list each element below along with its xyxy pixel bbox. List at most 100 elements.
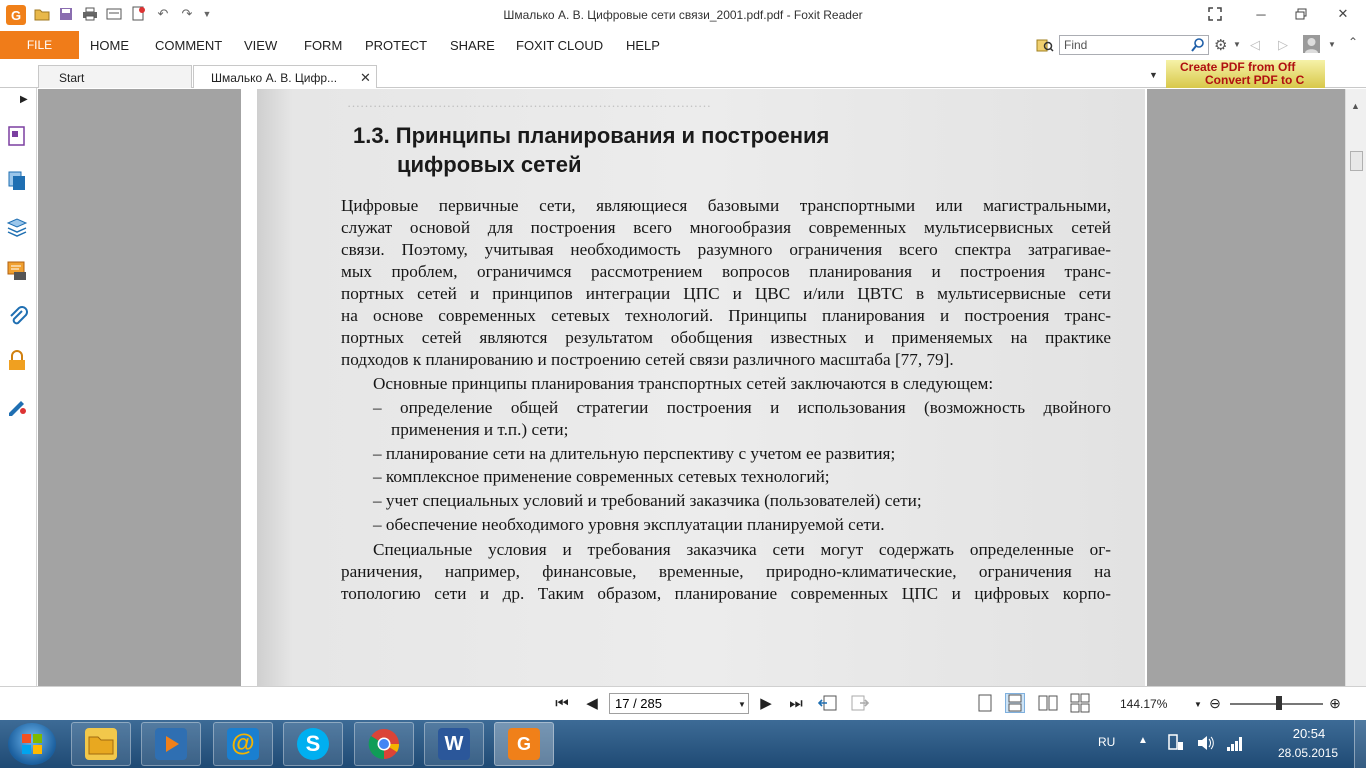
menu-help[interactable]: HELP — [626, 38, 660, 53]
gear-chevron-icon[interactable]: ▼ — [1233, 40, 1241, 49]
section-heading-line1: 1.3. Принципы планирования и построения — [353, 123, 830, 148]
user-chevron-icon[interactable]: ▼ — [1328, 40, 1336, 49]
file-menu-button[interactable]: FILE — [0, 31, 79, 59]
start-button[interactable] — [8, 723, 56, 765]
zoom-out-icon[interactable]: ⊖ — [1205, 693, 1225, 713]
single-page-icon[interactable] — [975, 693, 995, 713]
zoom-dropdown-chevron-icon[interactable]: ▼ — [1194, 700, 1202, 709]
signature-panel-icon[interactable] — [6, 395, 28, 417]
bullet-line: – планирование сети на длительную перспе… — [373, 444, 896, 463]
close-tab-icon[interactable]: ✕ — [360, 70, 371, 86]
tab-document-label: Шмалько А. В. Цифр... — [211, 71, 338, 85]
paragraph1-line: Цифровые первичные сети, являющиеся базо… — [341, 196, 1111, 215]
last-page-icon[interactable]: ⏭ — [786, 693, 806, 713]
bullet-line: – обеспечение необходимого уровня эксплу… — [373, 515, 885, 534]
previous-result-icon[interactable]: ◁ — [1250, 37, 1260, 53]
page-dropdown-chevron-icon[interactable]: ▼ — [738, 700, 746, 709]
zoom-level[interactable]: 144.17% — [1120, 697, 1167, 711]
clock-time[interactable]: 20:54 — [1284, 726, 1334, 741]
window-title: Шмалько А. В. Цифровые сети связи_2001.p… — [503, 8, 863, 22]
attachments-panel-icon[interactable] — [6, 305, 28, 327]
find-options-icon[interactable] — [1036, 37, 1054, 53]
bullet-line: применения и т.п.) сети; — [391, 420, 569, 439]
ad-banner-line2: Convert PDF to C — [1205, 73, 1305, 87]
tab-document[interactable]: Шмалько А. В. Цифр... ✕ — [193, 65, 377, 88]
next-result-icon[interactable]: ▷ — [1278, 37, 1288, 53]
show-desktop-button[interactable] — [1354, 720, 1366, 768]
menu-protect[interactable]: PROTECT — [365, 38, 427, 53]
paragraph1-line: подходов к планированию и построению сет… — [341, 350, 954, 369]
taskbar-mail[interactable]: @ — [213, 722, 273, 766]
tab-list-chevron-icon[interactable]: ▼ — [1149, 70, 1158, 80]
paragraph1-line: мых проблем, ограничимся рассмотрением в… — [341, 262, 1111, 281]
show-hidden-icons-icon[interactable]: ▲ — [1138, 735, 1148, 746]
previous-page-icon[interactable]: ◀ — [582, 693, 602, 713]
ribbon-menu-bar: FILE HOME COMMENT VIEW FORM PROTECT SHAR… — [0, 31, 1366, 59]
bleed-through-text: ………………………………………………………………………… — [347, 95, 711, 110]
fullscreen-icon[interactable] — [1204, 4, 1226, 24]
first-page-icon[interactable]: ⏮ — [552, 693, 572, 713]
language-indicator[interactable]: RU — [1098, 735, 1115, 749]
clock-date[interactable]: 28.05.2015 — [1268, 746, 1348, 760]
section-heading-line2: цифровых сетей — [397, 152, 582, 177]
paragraph1-line: на основе современных сетевых технологий… — [341, 306, 1111, 325]
next-view-icon[interactable] — [850, 693, 870, 713]
paragraph3-line: Специальные условия и требования заказчи… — [373, 540, 1111, 559]
comments-panel-icon[interactable] — [6, 260, 28, 282]
zoom-slider-thumb[interactable] — [1276, 696, 1282, 710]
collapse-ribbon-icon[interactable]: ⌃ — [1348, 35, 1358, 49]
paragraph2-line: Основные принципы планирования транспорт… — [373, 374, 994, 393]
close-button[interactable]: ✕ — [1332, 4, 1354, 24]
expand-panel-icon[interactable]: ▶ — [20, 94, 28, 105]
taskbar-chrome[interactable] — [354, 722, 414, 766]
menu-form[interactable]: FORM — [304, 38, 342, 53]
facing-pages-icon[interactable] — [1038, 693, 1058, 713]
search-icon[interactable] — [1191, 38, 1205, 52]
navigation-side-panel: ▶ — [0, 88, 37, 686]
volume-icon[interactable] — [1196, 734, 1216, 755]
status-bar: ⏮ ◀ ▼ ▶ ⏭ 144.17% ▼ ⊖ ⊕ — [0, 686, 1366, 720]
gear-icon[interactable]: ⚙ — [1214, 36, 1227, 54]
network-signal-icon[interactable] — [1226, 734, 1244, 755]
device-tray-icon[interactable] — [1166, 734, 1184, 755]
bullet-line: – комплексное применение современных сет… — [373, 467, 830, 486]
page-number-input[interactable] — [609, 693, 749, 714]
security-panel-icon[interactable] — [6, 350, 28, 372]
menu-home[interactable]: HOME — [90, 38, 129, 53]
paragraph3-line: топологию сети и др. Таким образом, план… — [341, 584, 1111, 603]
vertical-scrollbar[interactable]: ▲ — [1345, 89, 1366, 686]
taskbar-word[interactable]: W — [424, 722, 484, 766]
scroll-up-icon[interactable]: ▲ — [1351, 101, 1360, 111]
bookmarks-panel-icon[interactable] — [6, 170, 28, 192]
previous-view-icon[interactable] — [818, 693, 838, 713]
find-input[interactable] — [1059, 35, 1209, 55]
user-avatar-icon[interactable] — [1303, 35, 1320, 53]
taskbar-skype[interactable]: S — [283, 722, 343, 766]
taskbar-explorer[interactable] — [71, 722, 131, 766]
tab-start[interactable]: Start — [38, 65, 192, 88]
continuous-page-icon[interactable] — [1005, 693, 1025, 713]
next-page-icon[interactable]: ▶ — [756, 693, 776, 713]
scrollbar-thumb[interactable] — [1350, 151, 1363, 171]
menu-comment[interactable]: COMMENT — [155, 38, 222, 53]
skype-icon: S — [297, 728, 329, 760]
taskbar-foxit-reader[interactable]: G — [494, 722, 554, 766]
menu-view[interactable]: VIEW — [244, 38, 277, 53]
pages-panel-icon[interactable] — [6, 125, 28, 147]
paragraph1-line: портных сетей являются результатом обобщ… — [341, 328, 1111, 347]
zoom-in-icon[interactable]: ⊕ — [1325, 693, 1345, 713]
minimize-button[interactable]: ─ — [1250, 4, 1272, 24]
ad-banner[interactable]: Create PDF from Off Convert PDF to C — [1166, 60, 1325, 88]
windows-taskbar: @ S W G RU ▲ 20:54 28.05.2015 — [0, 720, 1366, 768]
bullet-line: – определение общей стратегии построения… — [373, 398, 1111, 417]
menu-share[interactable]: SHARE — [450, 38, 495, 53]
restore-button[interactable] — [1290, 4, 1312, 24]
chrome-icon — [368, 728, 400, 760]
mail-at-icon: @ — [227, 728, 259, 760]
document-view[interactable]: ………………………………………………………………………… 1.3. Принци… — [38, 89, 1345, 686]
folder-icon — [85, 728, 117, 760]
taskbar-media-player[interactable] — [141, 722, 201, 766]
menu-foxit-cloud[interactable]: FOXIT CLOUD — [516, 38, 603, 53]
continuous-facing-icon[interactable] — [1070, 693, 1090, 713]
layers-panel-icon[interactable] — [6, 215, 28, 237]
